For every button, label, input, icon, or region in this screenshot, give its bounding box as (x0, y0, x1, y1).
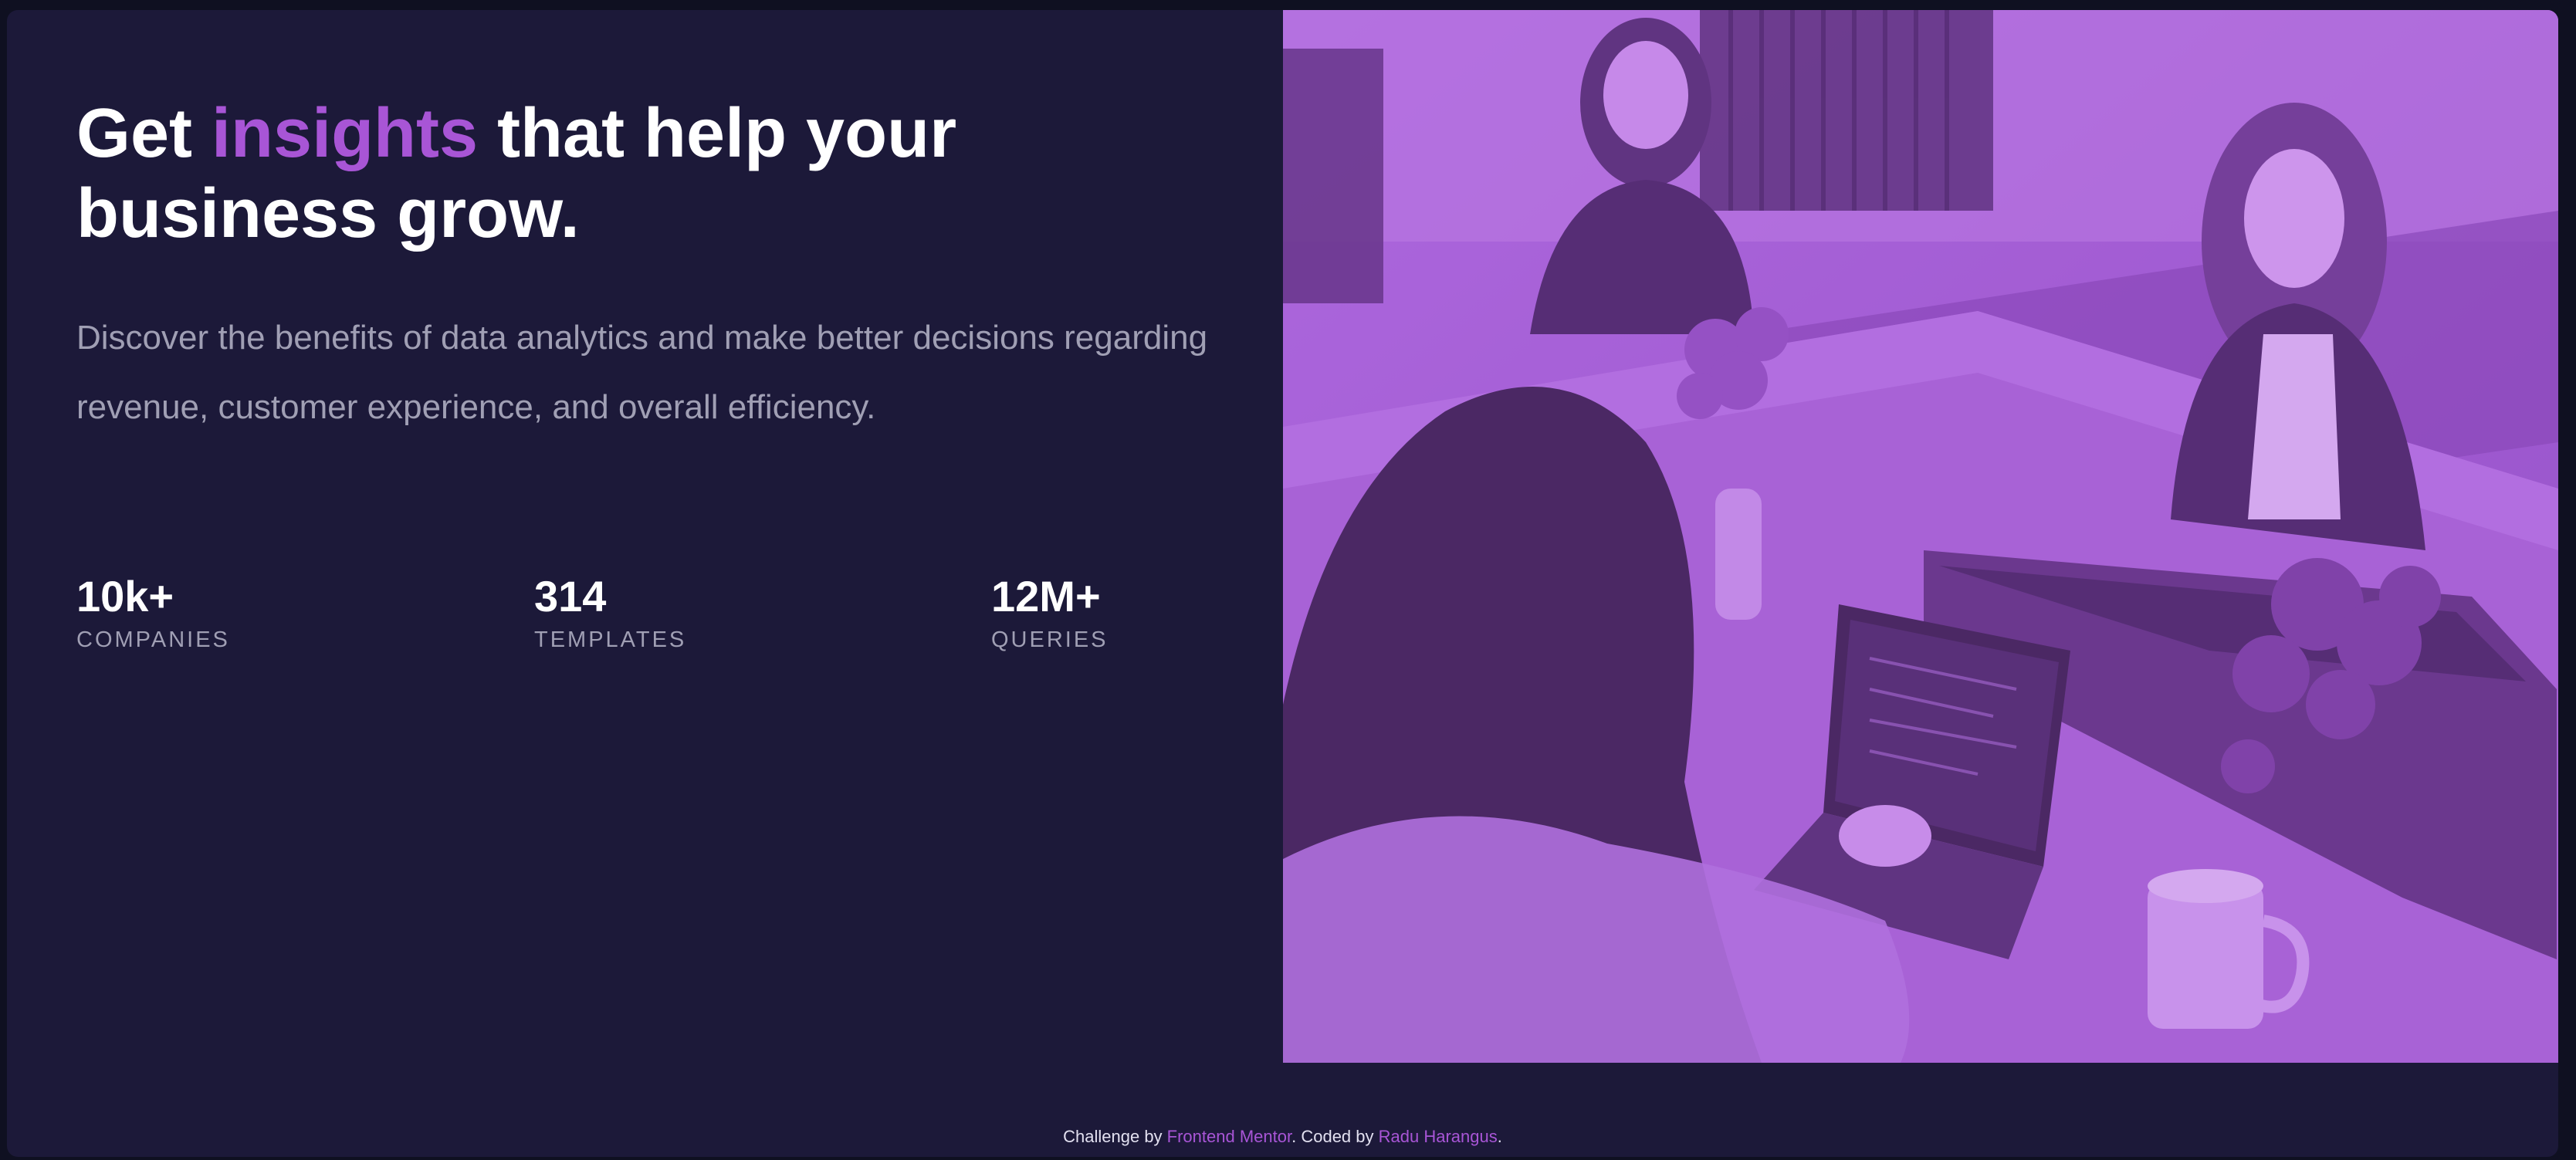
photo-illustration (1283, 10, 2558, 1063)
footer-attribution: Challenge by Frontend Mentor. Coded by R… (7, 1127, 2558, 1147)
stats-preview-card: Get insights that help your business gro… (7, 10, 2558, 1157)
footer-prefix: Challenge by (1063, 1127, 1167, 1146)
stat-value: 10k+ (76, 572, 174, 621)
frontend-mentor-link[interactable]: Frontend Mentor (1167, 1127, 1291, 1146)
footer-suffix: . (1497, 1127, 1502, 1146)
footer-middle: . Coded by (1291, 1127, 1379, 1146)
headline-accent: insights (212, 95, 479, 172)
headline-start: Get (76, 95, 212, 172)
headline: Get insights that help your business gro… (76, 93, 1157, 254)
office-team-photo (1283, 10, 2558, 1063)
description: Discover the benefits of data analytics … (76, 319, 1208, 426)
stat-label: COMPANIES (76, 627, 230, 652)
stat-value: 12M+ (991, 572, 1101, 621)
stat-templates: 314 TEMPLATES (534, 572, 858, 653)
stat-label: TEMPLATES (534, 627, 687, 652)
stat-queries: 12M+ QUERIES (991, 572, 1315, 653)
stat-companies: 10k+ COMPANIES (76, 572, 401, 653)
stat-value: 314 (534, 572, 607, 621)
author-link[interactable]: Radu Harangus (1379, 1127, 1498, 1146)
stat-label: QUERIES (991, 627, 1109, 652)
